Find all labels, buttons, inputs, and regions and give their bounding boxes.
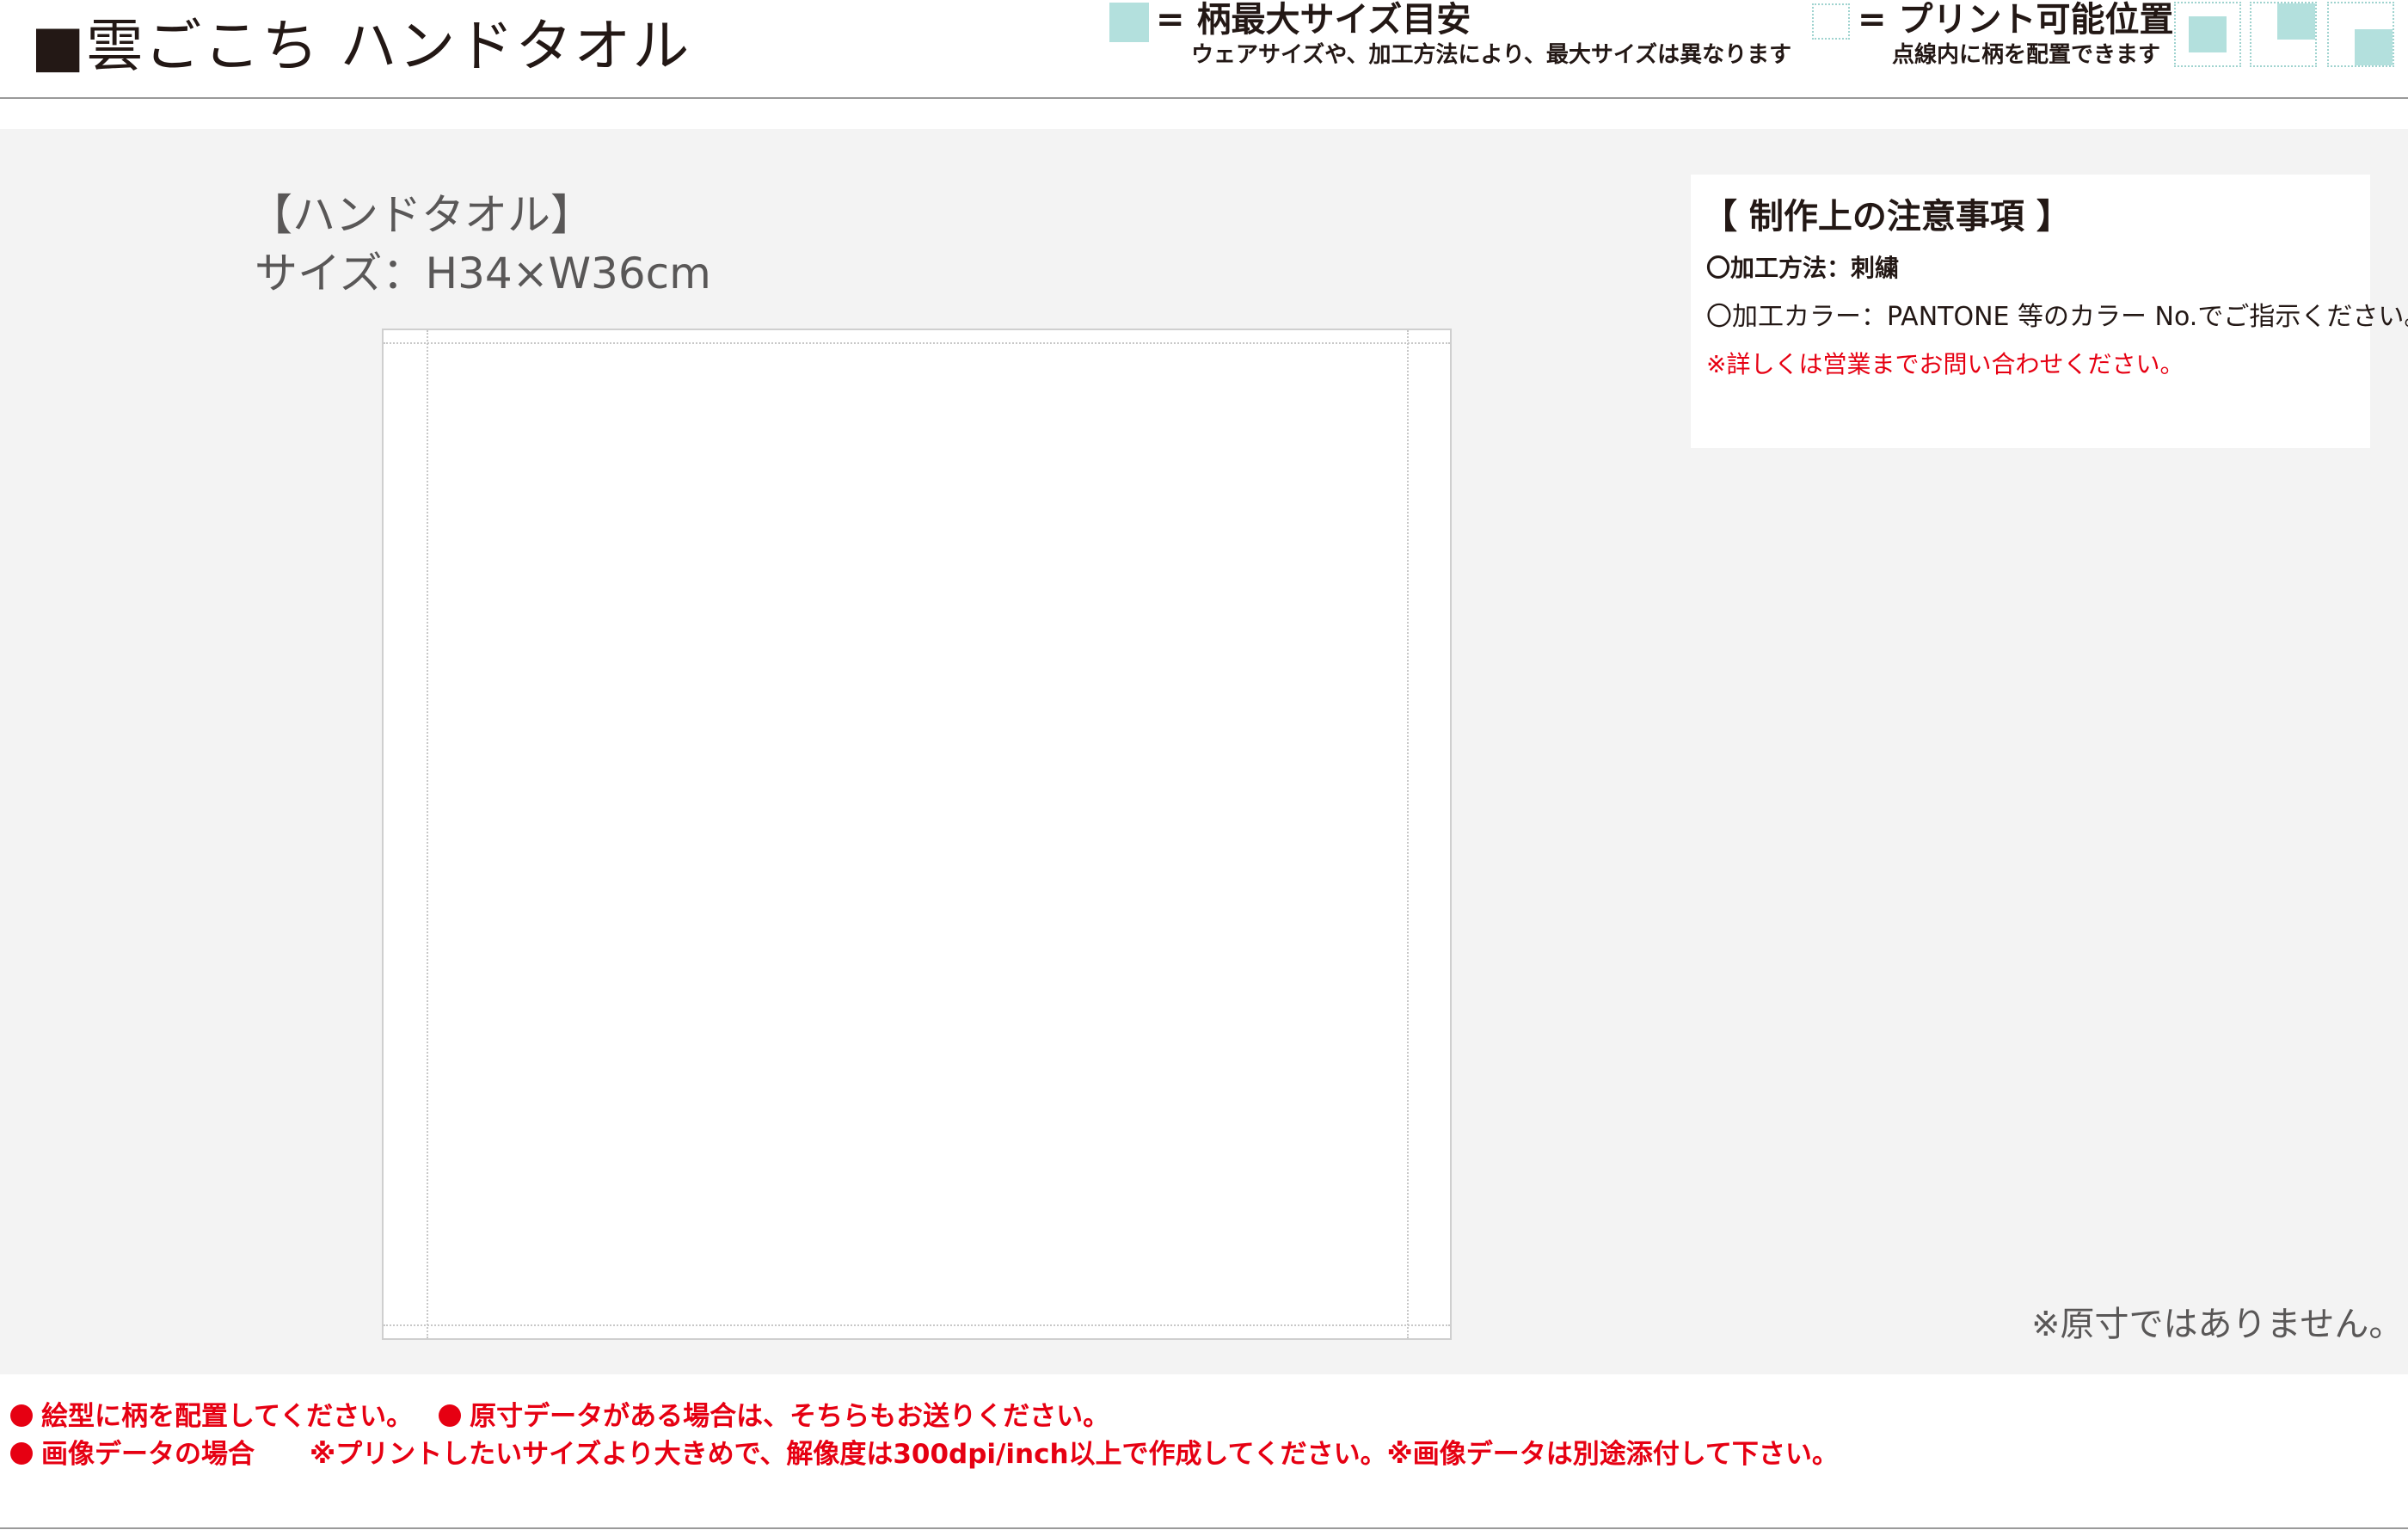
footer-instruction-1: 絵型に柄を配置してください。 原寸データがある場合は、そちらもお送りください。 — [10, 1398, 1109, 1435]
bullet-icon — [10, 1404, 33, 1427]
not-actual-size-note: ※原寸ではありません。 — [2031, 1305, 2404, 1344]
bullet-icon — [10, 1442, 33, 1465]
placement-top-right-icon — [2250, 2, 2317, 67]
print-guide-left — [427, 330, 428, 1338]
max-size-swatch — [1109, 3, 1149, 42]
notes-processing-method: 〇加工方法：刺繍 — [1706, 254, 1900, 282]
print-area-legend-label: = プリント可能位置 — [1858, 0, 2174, 40]
notes-processing-color: 〇加工カラー：PANTONE 等のカラー No.でご指示ください。 — [1706, 302, 2408, 332]
product-size: サイズ：H34×W36cm — [255, 249, 711, 298]
max-size-legend-label: = 柄最大サイズ目安 — [1156, 0, 1471, 40]
print-area-legend-note: 点線内に柄を配置できます — [1892, 42, 2161, 68]
bullet-icon — [439, 1404, 462, 1427]
footer-instruction-text: ※プリントしたいサイズより大きめで、解像度は300dpi/inch以上で作成して… — [310, 1439, 1839, 1470]
footer-instruction-text: 原寸データがある場合は、そちらもお送りください。 — [470, 1401, 1110, 1432]
footer-instruction-text: 絵型に柄を配置してください。 — [41, 1401, 414, 1432]
print-area-swatch — [1812, 3, 1850, 40]
page-title: ■雲ごこち ハンドタオル — [31, 13, 691, 79]
print-guide-right — [1407, 330, 1409, 1338]
footer-instruction-2: 画像データの場合 ※プリントしたいサイズより大きめで、解像度は300dpi/inc… — [10, 1436, 1839, 1472]
notes-title: 【 制作上の注意事項 】 — [1703, 197, 2071, 237]
product-heading: 【ハンドタオル】 — [249, 190, 593, 240]
print-guide-top — [384, 342, 1450, 344]
header-divider — [0, 97, 2408, 99]
max-size-legend-note: ウェアサイズや、加工方法により、最大サイズは異なります — [1191, 42, 1792, 68]
print-guide-bottom — [384, 1324, 1450, 1326]
notes-contact: ※詳しくは営業までお問い合わせください。 — [1706, 350, 2184, 378]
footer-instruction-text: 画像データの場合 — [41, 1439, 255, 1470]
placement-bottom-right-icon — [2327, 2, 2394, 67]
placement-center-icon — [2174, 2, 2241, 67]
towel-template[interactable] — [382, 329, 1452, 1340]
footer-divider — [0, 1527, 2408, 1529]
